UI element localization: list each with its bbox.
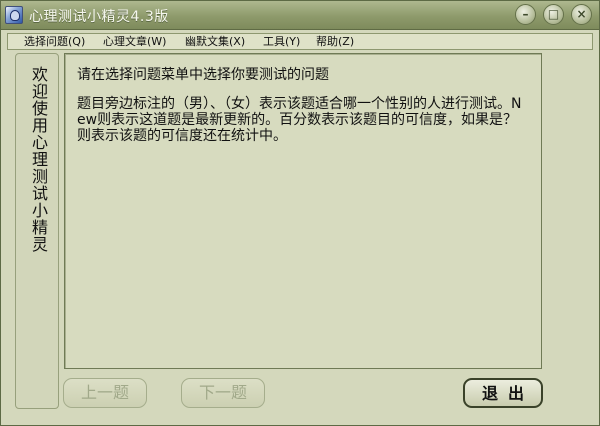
menu-bar: 选择问题(Q) 心理文章(W) 幽默文集(X) 工具(Y) 帮助(Z) xyxy=(7,33,593,50)
minimize-button[interactable]: – xyxy=(515,4,536,25)
menu-humor-collection[interactable]: 幽默文集(X) xyxy=(185,34,245,49)
menu-select-question[interactable]: 选择问题(Q) xyxy=(24,34,85,49)
menu-help[interactable]: 帮助(Z) xyxy=(316,34,354,49)
instruction-text: 请在选择问题菜单中选择你要测试的问题 xyxy=(77,67,329,83)
welcome-sidebar: 欢迎使用心理测试小精灵 xyxy=(15,53,59,409)
menu-psychology-articles[interactable]: 心理文章(W) xyxy=(103,34,166,49)
exit-button[interactable]: 退出 xyxy=(463,378,543,408)
menu-tools[interactable]: 工具(Y) xyxy=(263,34,300,49)
window-title: 心理测试小精灵4.3版 xyxy=(29,9,169,25)
app-window: 心理测试小精灵4.3版 – □ × 选择问题(Q) 心理文章(W) 幽默文集(X… xyxy=(0,0,600,426)
maximize-button[interactable]: □ xyxy=(543,4,564,25)
content-panel: 请在选择问题菜单中选择你要测试的问题 题目旁边标注的（男）、（女）表示该题适合哪… xyxy=(64,53,542,369)
title-bar[interactable]: 心理测试小精灵4.3版 – □ × xyxy=(1,1,599,30)
description-text: 题目旁边标注的（男）、（女）表示该题适合哪一个性别的人进行测试。New则表示这道… xyxy=(77,96,522,144)
welcome-text: 欢迎使用心理测试小精灵 xyxy=(29,66,48,253)
close-button[interactable]: × xyxy=(571,4,592,25)
previous-question-button[interactable]: 上一题 xyxy=(63,378,147,408)
app-brain-icon xyxy=(5,6,23,24)
next-question-button[interactable]: 下一题 xyxy=(181,378,265,408)
